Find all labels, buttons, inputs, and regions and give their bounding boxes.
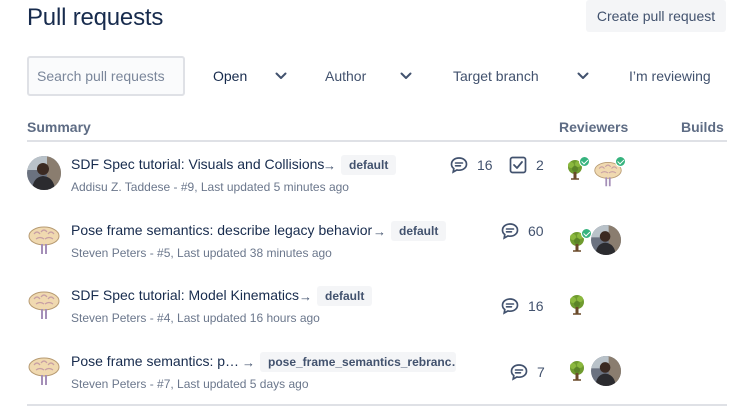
target-branch-filter-label: Target branch bbox=[453, 68, 539, 84]
pull-request-meta: Addisu Z. Taddese - #9, Last updated 5 m… bbox=[71, 180, 349, 194]
pull-request-meta: Steven Peters - #4, Last updated 16 hour… bbox=[71, 311, 320, 325]
comment-count-value: 7 bbox=[537, 364, 545, 380]
comment-count-value: 16 bbox=[528, 298, 544, 314]
author-avatar[interactable] bbox=[27, 156, 61, 190]
summary-column-header: Summary bbox=[27, 119, 91, 135]
approved-check-icon bbox=[579, 156, 590, 167]
state-filter-dropdown[interactable]: Open bbox=[213, 56, 287, 96]
reviewers-column-header: Reviewers bbox=[559, 119, 629, 135]
arrow-right-icon: → bbox=[299, 289, 312, 304]
target-branch-filter-dropdown[interactable]: Target branch bbox=[453, 56, 589, 96]
table-header: Summary Reviewers Builds bbox=[27, 118, 727, 142]
task-checkbox-icon bbox=[509, 156, 527, 174]
reviewer-avatar[interactable] bbox=[593, 156, 626, 188]
im-reviewing-filter-label: I’m reviewing bbox=[629, 68, 711, 84]
pull-request-meta: Steven Peters - #7, Last updated 5 days … bbox=[71, 377, 309, 391]
target-branch-label[interactable]: default bbox=[391, 221, 447, 241]
reviewer-avatar[interactable] bbox=[565, 293, 589, 317]
pull-request-title[interactable]: SDF Spec tutorial: Model Kinematics bbox=[71, 287, 299, 303]
page-title: Pull requests bbox=[27, 4, 164, 31]
reviewer-avatar[interactable] bbox=[591, 356, 621, 386]
reviewer-avatar[interactable] bbox=[565, 228, 592, 254]
im-reviewing-filter[interactable]: I’m reviewing bbox=[629, 56, 711, 96]
filter-bar: Open Author Target branch I’m reviewing bbox=[27, 56, 727, 96]
reviewer-avatar[interactable] bbox=[563, 156, 590, 182]
author-avatar[interactable] bbox=[27, 287, 61, 321]
author-avatar[interactable] bbox=[27, 222, 61, 256]
comment-icon bbox=[501, 298, 519, 315]
arrow-right-icon: → bbox=[323, 158, 336, 173]
task-count-value: 2 bbox=[536, 157, 544, 173]
approved-check-icon bbox=[615, 156, 626, 167]
comment-icon bbox=[450, 157, 468, 174]
pull-request-title[interactable]: Pose frame semantics: describe legacy be… bbox=[71, 222, 372, 238]
comment-icon bbox=[501, 223, 519, 240]
chevron-down-icon bbox=[400, 72, 412, 80]
arrow-right-icon: → bbox=[242, 355, 255, 370]
create-pull-request-button[interactable]: Create pull request bbox=[586, 0, 726, 32]
chevron-down-icon bbox=[275, 72, 287, 80]
target-branch-label[interactable]: pose_frame_semantics_rebranc… bbox=[260, 352, 456, 372]
target-branch-label[interactable]: default bbox=[317, 286, 373, 306]
author-filter-dropdown[interactable]: Author bbox=[325, 56, 412, 96]
chevron-down-icon bbox=[577, 72, 589, 80]
builds-column-header: Builds bbox=[681, 119, 724, 135]
reviewer-avatar[interactable] bbox=[591, 225, 621, 255]
target-branch-label[interactable]: default bbox=[341, 155, 397, 175]
state-filter-label: Open bbox=[213, 68, 248, 84]
author-avatar[interactable] bbox=[27, 353, 61, 387]
pull-request-row[interactable]: SDF Spec tutorial: Visuals and Collision… bbox=[27, 142, 727, 207]
pull-request-row[interactable]: Pose frame semantics: p… → pose_frame_se… bbox=[27, 339, 727, 404]
comment-count-value: 16 bbox=[477, 157, 493, 173]
task-count: 2 bbox=[509, 156, 544, 174]
arrow-right-icon: → bbox=[373, 224, 386, 239]
reviewer-avatar[interactable] bbox=[565, 359, 589, 383]
comment-count: 60 bbox=[501, 222, 544, 240]
pull-request-row[interactable]: SDF Spec tutorial: Model Kinematics → de… bbox=[27, 273, 727, 338]
table-bottom-divider bbox=[27, 404, 727, 406]
pull-request-title[interactable]: SDF Spec tutorial: Visuals and Collision… bbox=[71, 156, 324, 172]
comment-count: 16 bbox=[501, 297, 544, 315]
comment-icon bbox=[510, 364, 528, 381]
pull-request-row[interactable]: Pose frame semantics: describe legacy be… bbox=[27, 208, 727, 273]
comment-count-value: 60 bbox=[528, 223, 544, 239]
author-filter-label: Author bbox=[325, 68, 367, 84]
pull-request-meta: Steven Peters - #5, Last updated 38 minu… bbox=[71, 246, 332, 260]
pull-request-title[interactable]: Pose frame semantics: p… bbox=[71, 353, 239, 369]
comment-count: 7 bbox=[510, 363, 545, 381]
comment-count: 16 bbox=[450, 156, 493, 174]
search-input[interactable] bbox=[27, 56, 185, 96]
